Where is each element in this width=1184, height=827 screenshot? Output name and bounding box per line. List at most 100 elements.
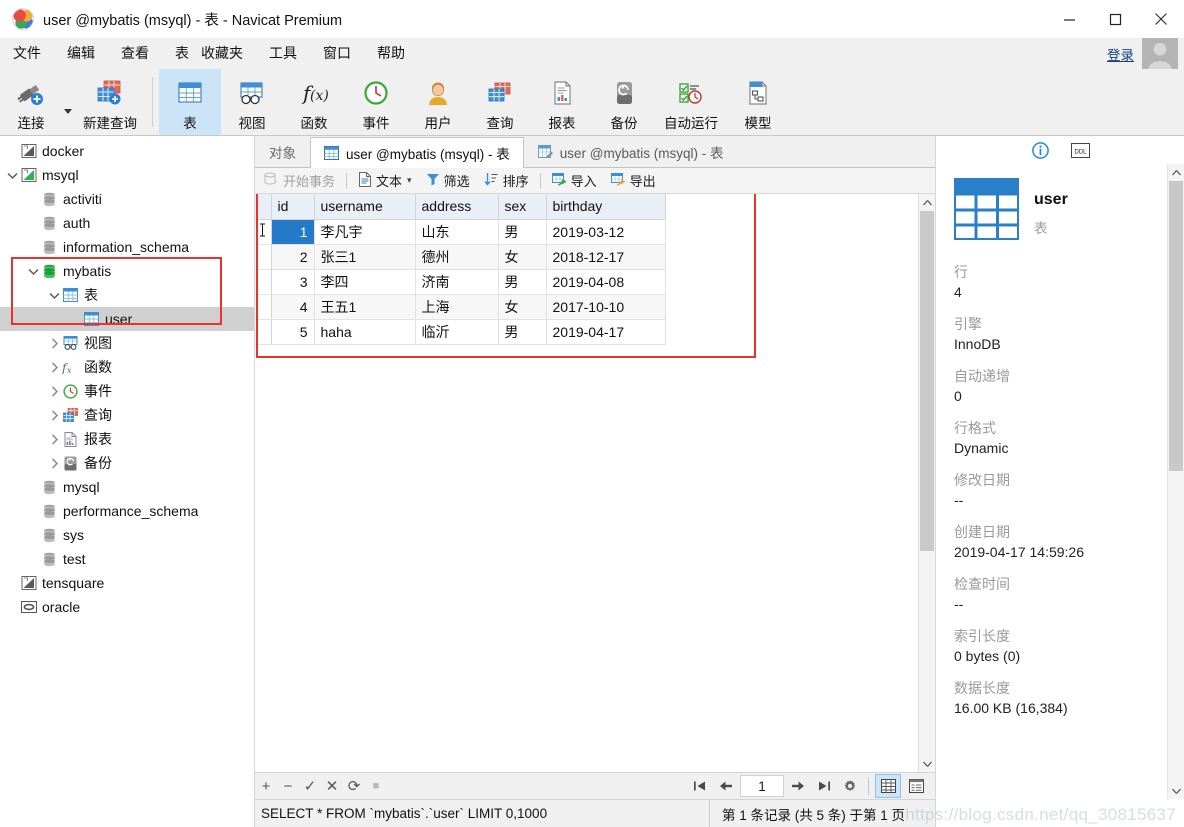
tree-item-报表[interactable]: 报表 xyxy=(0,427,254,451)
menu-help[interactable]: 帮助 xyxy=(364,38,418,69)
table-row[interactable]: 3 李四 济南男 2019-04-08 xyxy=(255,269,666,295)
scroll-track[interactable] xyxy=(1168,181,1184,782)
add-record-button[interactable]: + xyxy=(255,774,277,798)
chevron-right-icon[interactable] xyxy=(46,409,62,421)
menu-tools[interactable]: 工具 xyxy=(256,38,310,69)
prev-page-icon[interactable] xyxy=(714,774,738,798)
cell-address[interactable]: 济南 xyxy=(415,269,499,295)
chevron-down-icon[interactable] xyxy=(46,291,62,300)
chevron-right-icon[interactable] xyxy=(46,457,62,469)
tree-item-备份[interactable]: 备份 xyxy=(0,451,254,475)
toolbar-user[interactable]: 用户 xyxy=(407,69,469,135)
scroll-thumb[interactable] xyxy=(1169,181,1183,471)
column-header-id[interactable]: id xyxy=(271,194,315,220)
menu-edit[interactable]: 编辑 xyxy=(54,38,108,69)
minimize-button[interactable] xyxy=(1046,0,1092,38)
chevron-down-icon[interactable] xyxy=(4,171,20,180)
begin-transaction-button[interactable]: 开始事务 xyxy=(257,169,342,193)
info-icon[interactable] xyxy=(1030,140,1050,160)
cell-id[interactable]: 3 xyxy=(271,269,315,295)
row-marker[interactable] xyxy=(255,244,272,270)
tree-item-mybatis[interactable]: mybatis xyxy=(0,259,254,283)
cell-username[interactable]: 王五1 xyxy=(314,294,416,320)
chevron-right-icon[interactable] xyxy=(46,385,62,397)
row-marker[interactable] xyxy=(255,319,272,345)
scroll-down-icon[interactable] xyxy=(1168,782,1184,799)
scroll-track[interactable] xyxy=(919,211,935,755)
tree-item-表[interactable]: 表 xyxy=(0,283,254,307)
cell-birthday[interactable]: 2019-04-08 xyxy=(546,269,666,295)
delete-record-button[interactable]: − xyxy=(277,774,299,798)
column-header-username[interactable]: username xyxy=(314,194,416,220)
cell-username[interactable]: 张三1 xyxy=(314,244,416,270)
menu-window[interactable]: 窗口 xyxy=(310,38,364,69)
scroll-thumb[interactable] xyxy=(920,211,934,551)
connection-dropdown-caret-icon[interactable] xyxy=(62,69,74,135)
toolbar-function[interactable]: f (x) 函数 xyxy=(283,69,345,135)
menu-favorites[interactable]: 收藏夹 xyxy=(196,38,256,69)
toolbar-report[interactable]: 报表 xyxy=(531,69,593,135)
cell-address[interactable]: 山东 xyxy=(415,219,499,245)
toolbar-connection[interactable]: 连接 xyxy=(0,69,62,135)
avatar[interactable] xyxy=(1142,38,1178,69)
scroll-down-icon[interactable] xyxy=(919,755,935,772)
toolbar-table[interactable]: 表 xyxy=(159,69,221,135)
gear-icon[interactable] xyxy=(838,774,862,798)
next-page-icon[interactable] xyxy=(786,774,810,798)
toolbar-new-query[interactable]: 新建查询 xyxy=(74,69,146,135)
cell-sex[interactable]: 男 xyxy=(498,319,547,345)
page-number-input[interactable]: 1 xyxy=(740,775,784,797)
toolbar-view[interactable]: 视图 xyxy=(221,69,283,135)
tab-table-data[interactable]: user @mybatis (msyql) - 表 xyxy=(310,137,524,168)
apply-change-button[interactable]: ✓ xyxy=(299,774,321,798)
export-button[interactable]: 导出 xyxy=(604,169,663,193)
row-marker[interactable] xyxy=(255,294,272,320)
cell-id[interactable]: 2 xyxy=(271,244,315,270)
toolbar-model[interactable]: 模型 xyxy=(727,69,789,135)
cell-username[interactable]: 李四 xyxy=(314,269,416,295)
grid-vertical-scrollbar[interactable] xyxy=(918,194,935,772)
tab-objects[interactable]: 对象 xyxy=(255,136,310,167)
tree-item-tensquare[interactable]: tensquare xyxy=(0,571,254,595)
tree-item-docker[interactable]: docker xyxy=(0,139,254,163)
tree-item-事件[interactable]: 事件 xyxy=(0,379,254,403)
cell-birthday[interactable]: 2017-10-10 xyxy=(546,294,666,320)
sort-button[interactable]: 排序 xyxy=(477,169,536,193)
chevron-down-icon[interactable] xyxy=(25,267,41,276)
scroll-up-icon[interactable] xyxy=(919,194,935,211)
cell-sex[interactable]: 女 xyxy=(498,294,547,320)
tree-item-activiti[interactable]: activiti xyxy=(0,187,254,211)
chevron-right-icon[interactable] xyxy=(46,433,62,445)
menu-file[interactable]: 文件 xyxy=(0,38,54,69)
cancel-change-button[interactable]: ✕ xyxy=(321,774,343,798)
chevron-right-icon[interactable] xyxy=(46,337,62,349)
tree-item-user[interactable]: user xyxy=(0,307,254,331)
row-marker[interactable] xyxy=(255,219,272,245)
column-header-sex[interactable]: sex xyxy=(498,194,547,220)
tree-item-函数[interactable]: f x 函数 xyxy=(0,355,254,379)
cell-id[interactable]: 4 xyxy=(271,294,315,320)
login-link[interactable]: 登录 xyxy=(1107,44,1134,64)
column-header-birthday[interactable]: birthday xyxy=(546,194,666,220)
maximize-button[interactable] xyxy=(1092,0,1138,38)
menu-view[interactable]: 查看 xyxy=(108,38,162,69)
cell-sex[interactable]: 男 xyxy=(498,269,547,295)
chevron-right-icon[interactable] xyxy=(46,361,62,373)
cell-address[interactable]: 德州 xyxy=(415,244,499,270)
menu-table[interactable]: 表 xyxy=(162,38,196,69)
tree-item-sys[interactable]: sys xyxy=(0,523,254,547)
tree-item-auth[interactable]: auth xyxy=(0,211,254,235)
tree-item-performance_schema[interactable]: performance_schema xyxy=(0,499,254,523)
cell-sex[interactable]: 女 xyxy=(498,244,547,270)
form-view-button[interactable] xyxy=(903,774,929,798)
toolbar-event[interactable]: 事件 xyxy=(345,69,407,135)
info-panel-scrollbar[interactable] xyxy=(1167,164,1184,799)
tree-item-information_schema[interactable]: information_schema xyxy=(0,235,254,259)
cell-address[interactable]: 上海 xyxy=(415,294,499,320)
import-button[interactable]: 导入 xyxy=(545,169,604,193)
first-page-icon[interactable] xyxy=(688,774,712,798)
text-button[interactable]: 文本 ▾ xyxy=(351,169,419,193)
column-header-address[interactable]: address xyxy=(415,194,499,220)
row-marker[interactable] xyxy=(255,269,272,295)
tree-item-msyql[interactable]: msyql xyxy=(0,163,254,187)
